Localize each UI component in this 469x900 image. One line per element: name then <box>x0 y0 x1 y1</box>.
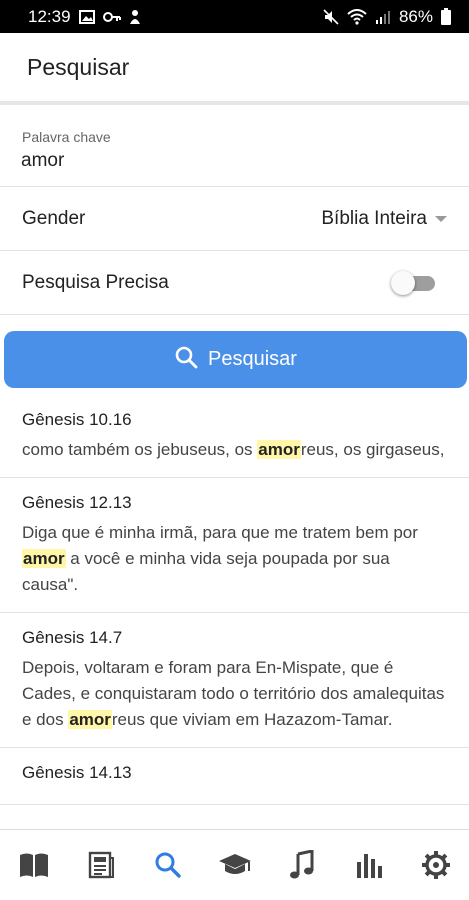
precise-search-row: Pesquisa Precisa <box>0 251 469 315</box>
status-right: 86% <box>323 7 451 27</box>
keyword-input[interactable] <box>21 150 441 172</box>
app-bar: Pesquisar <box>0 33 469 105</box>
result-reference: Gênesis 12.13 <box>22 493 132 512</box>
book-icon <box>19 853 48 877</box>
highlight-match: amor <box>68 710 112 729</box>
result-text: Depois, voltaram e foram para En-Mispate… <box>22 658 445 729</box>
result-item[interactable]: Gênesis 14.13 <box>0 748 469 805</box>
search-button[interactable]: Pesquisar <box>4 331 467 388</box>
gender-select-row[interactable]: Gender Bíblia Inteira <box>0 187 469 251</box>
status-bar: 12:39 86% <box>0 0 469 33</box>
precise-search-toggle[interactable] <box>391 270 437 295</box>
signal-icon <box>375 10 391 24</box>
nav-search[interactable] <box>144 841 192 889</box>
result-reference: Gênesis 14.7 <box>22 628 123 647</box>
results-list: Gênesis 10.16 como também os jebuseus, o… <box>0 395 469 829</box>
result-text: como também os jebuseus, os amorreus, os… <box>22 440 445 459</box>
nav-statistics[interactable] <box>345 841 393 889</box>
nav-reading[interactable] <box>77 841 125 889</box>
bottom-navigation <box>0 829 469 900</box>
status-left: 12:39 <box>28 7 141 27</box>
toggle-knob <box>391 270 415 295</box>
result-reference: Gênesis 10.16 <box>22 410 132 429</box>
chevron-down-icon <box>435 215 447 222</box>
result-reference: Gênesis 14.13 <box>22 763 132 782</box>
nav-study[interactable] <box>211 841 259 889</box>
key-notification-icon <box>102 11 121 23</box>
mute-icon <box>323 8 339 25</box>
keyword-field: Palavra chave <box>0 117 469 187</box>
bar-chart-icon <box>356 854 382 878</box>
result-item[interactable]: Gênesis 12.13 Diga que é minha irmã, par… <box>0 478 469 613</box>
newspaper-icon <box>88 851 114 879</box>
nav-settings[interactable] <box>412 841 460 889</box>
gender-dropdown[interactable]: Bíblia Inteira <box>321 208 447 230</box>
app-notification-icon <box>129 9 141 25</box>
gender-label: Gender <box>22 207 86 229</box>
wifi-icon <box>347 8 367 25</box>
battery-percent: 86% <box>398 6 433 26</box>
battery-icon <box>441 8 451 25</box>
result-item[interactable]: Gênesis 14.7 Depois, voltaram e foram pa… <box>0 613 469 748</box>
gallery-notification-icon <box>78 9 95 24</box>
settings-gear-icon <box>421 851 450 879</box>
result-text: Diga que é minha irmã, para que me trate… <box>22 523 418 594</box>
highlight-match: amor <box>257 440 301 459</box>
precise-search-label: Pesquisa Precisa <box>22 271 169 293</box>
status-time: 12:39 <box>28 6 71 26</box>
search-icon <box>174 345 198 375</box>
page-title: Pesquisar <box>27 53 130 80</box>
search-button-label: Pesquisar <box>208 348 297 370</box>
graduation-cap-icon <box>218 854 251 874</box>
keyword-label: Palavra chave <box>22 129 111 145</box>
gender-selected-value: Bíblia Inteira <box>321 207 427 229</box>
nav-bible[interactable] <box>10 841 58 889</box>
highlight-match: amor <box>22 549 66 568</box>
nav-music[interactable] <box>278 841 326 889</box>
result-item[interactable]: Gênesis 10.16 como também os jebuseus, o… <box>0 395 469 478</box>
search-icon <box>155 852 181 878</box>
music-note-icon <box>289 850 313 879</box>
